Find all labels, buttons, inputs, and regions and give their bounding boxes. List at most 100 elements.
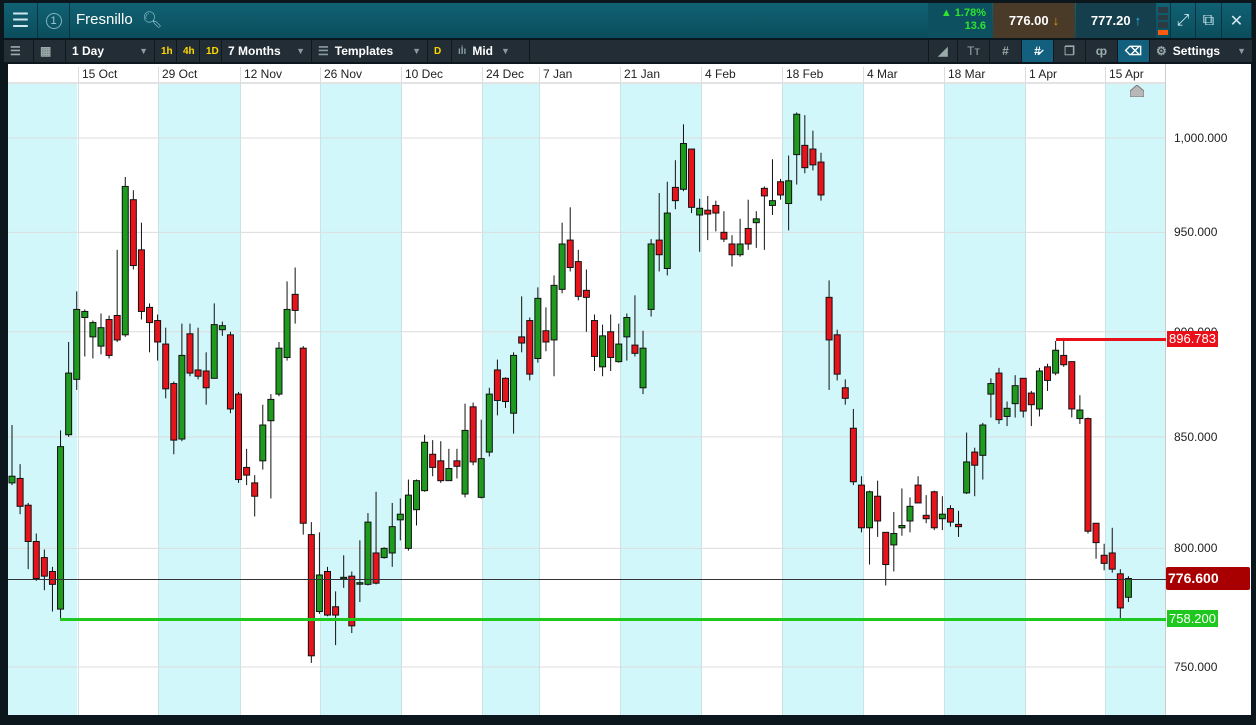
candle[interactable] bbox=[485, 387, 493, 457]
candle[interactable] bbox=[243, 448, 251, 486]
candle[interactable] bbox=[89, 320, 97, 359]
candle[interactable] bbox=[995, 367, 1003, 424]
candle[interactable] bbox=[283, 281, 291, 361]
candle[interactable] bbox=[558, 222, 566, 294]
candle[interactable] bbox=[137, 222, 145, 320]
sell-button[interactable]: 776.00 ↓ bbox=[993, 3, 1075, 38]
crosshair-toggle[interactable]: #̷ bbox=[1022, 40, 1054, 62]
buy-button[interactable]: 777.20 ↑ bbox=[1076, 3, 1156, 38]
candle[interactable] bbox=[1044, 363, 1052, 391]
close-button[interactable]: ✕ bbox=[1222, 3, 1252, 38]
candle[interactable] bbox=[647, 239, 655, 317]
text-tool[interactable]: Tт bbox=[958, 40, 990, 62]
interval-1d-button[interactable]: 1D bbox=[200, 40, 222, 62]
d-button[interactable]: D bbox=[428, 40, 452, 62]
candle[interactable] bbox=[1052, 340, 1060, 376]
candle[interactable] bbox=[704, 195, 712, 241]
interval-4h-button[interactable]: 4h bbox=[177, 40, 200, 62]
candle[interactable] bbox=[226, 331, 234, 414]
candle[interactable] bbox=[105, 315, 113, 359]
candle[interactable] bbox=[299, 346, 307, 535]
candle[interactable] bbox=[469, 402, 477, 466]
candle[interactable] bbox=[712, 200, 720, 232]
popout-button[interactable]: ⧉ bbox=[1196, 3, 1222, 38]
layout-button[interactable]: ▦ bbox=[34, 40, 66, 62]
candle[interactable] bbox=[550, 275, 558, 377]
candle[interactable] bbox=[275, 342, 283, 397]
search-icon[interactable]: 🔍︎ bbox=[142, 10, 162, 30]
candle[interactable] bbox=[1068, 361, 1076, 418]
candle[interactable] bbox=[534, 287, 542, 363]
candle[interactable] bbox=[121, 177, 129, 337]
candle[interactable] bbox=[1092, 522, 1100, 559]
trendline-tool[interactable]: ◢ bbox=[928, 40, 958, 62]
candle[interactable] bbox=[874, 480, 882, 537]
range-select[interactable]: 7 Months ▼ bbox=[222, 40, 312, 62]
candle[interactable] bbox=[590, 314, 598, 371]
candle[interactable] bbox=[404, 479, 412, 551]
candle[interactable] bbox=[599, 324, 607, 377]
candle[interactable] bbox=[453, 448, 461, 479]
candle[interactable] bbox=[267, 394, 275, 499]
candle[interactable] bbox=[914, 476, 922, 504]
candle[interactable] bbox=[380, 547, 388, 559]
candle[interactable] bbox=[736, 218, 744, 257]
candle[interactable] bbox=[542, 307, 550, 352]
candle[interactable] bbox=[81, 309, 89, 357]
candle[interactable] bbox=[113, 249, 121, 343]
candle[interactable] bbox=[688, 148, 696, 214]
support-line[interactable] bbox=[60, 618, 1166, 621]
candle[interactable] bbox=[752, 211, 760, 248]
expand-button[interactable]: ⤢ bbox=[1170, 3, 1196, 38]
grid-toggle[interactable]: # bbox=[990, 40, 1022, 62]
candle[interactable] bbox=[364, 513, 372, 586]
candle[interactable] bbox=[882, 531, 890, 586]
candle[interactable] bbox=[866, 490, 874, 565]
candle[interactable] bbox=[898, 488, 906, 536]
candle[interactable] bbox=[429, 440, 437, 477]
templates-select[interactable]: ☰ Templates ▼ bbox=[312, 40, 428, 62]
interval-1h-button[interactable]: 1h bbox=[155, 40, 177, 62]
candle[interactable] bbox=[1076, 395, 1084, 424]
indicator-button[interactable]: ȹ bbox=[1086, 40, 1118, 62]
candle[interactable] bbox=[906, 497, 914, 533]
candle[interactable] bbox=[291, 267, 299, 324]
candle[interactable] bbox=[526, 317, 534, 381]
candle[interactable] bbox=[857, 476, 865, 533]
candle[interactable] bbox=[566, 207, 574, 272]
candle[interactable] bbox=[437, 441, 445, 483]
candle[interactable] bbox=[720, 211, 728, 243]
instrument-title[interactable]: Fresnillo bbox=[76, 11, 133, 28]
candle[interactable] bbox=[1084, 417, 1092, 534]
candle[interactable] bbox=[445, 448, 453, 482]
candle[interactable] bbox=[744, 199, 752, 250]
candle[interactable] bbox=[930, 490, 938, 531]
candle[interactable] bbox=[760, 186, 768, 250]
candle[interactable] bbox=[607, 314, 615, 371]
candle[interactable] bbox=[574, 249, 582, 301]
candle[interactable] bbox=[146, 303, 154, 353]
candle[interactable] bbox=[235, 391, 243, 483]
candle[interactable] bbox=[1060, 337, 1068, 367]
candle[interactable] bbox=[421, 434, 429, 492]
candle[interactable] bbox=[922, 495, 930, 524]
menu-button[interactable]: ☰ bbox=[4, 3, 38, 38]
candle[interactable] bbox=[1035, 367, 1043, 417]
price-type-select[interactable]: ıİı Mid ▼ bbox=[452, 40, 530, 62]
resistance-line[interactable] bbox=[1056, 338, 1166, 341]
candle[interactable] bbox=[307, 522, 315, 663]
candle[interactable] bbox=[890, 511, 898, 572]
candle[interactable] bbox=[582, 269, 590, 332]
candle[interactable] bbox=[728, 235, 736, 267]
candle[interactable] bbox=[97, 313, 105, 355]
candle[interactable] bbox=[324, 566, 332, 617]
candle[interactable] bbox=[768, 159, 776, 215]
info-button[interactable]: 1 bbox=[38, 3, 70, 38]
candle[interactable] bbox=[251, 475, 259, 517]
label-toggle[interactable]: ⌫ bbox=[1118, 40, 1150, 62]
candle[interactable] bbox=[461, 403, 469, 498]
list-view-button[interactable]: ☰ bbox=[4, 40, 34, 62]
layers-button[interactable]: ❐ bbox=[1054, 40, 1086, 62]
candle[interactable] bbox=[57, 430, 65, 622]
settings-button[interactable]: ⚙ Settings ▼ bbox=[1150, 40, 1252, 62]
